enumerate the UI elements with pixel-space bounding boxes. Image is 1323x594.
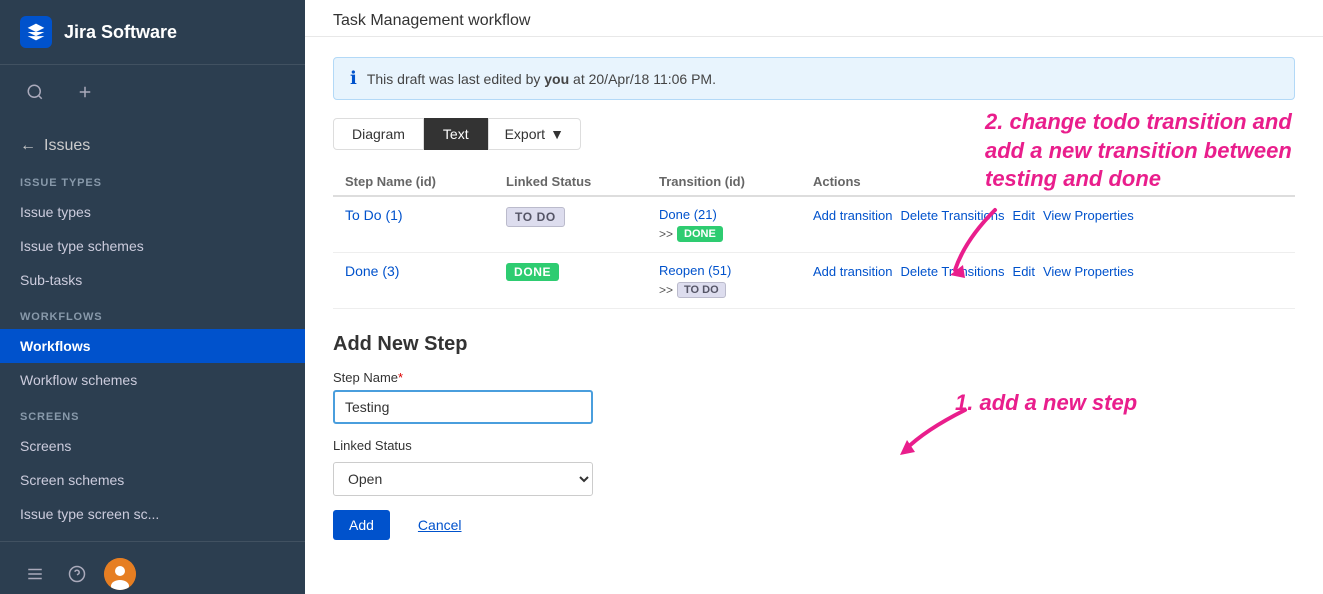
linked-status-cell: TO DO bbox=[494, 196, 647, 253]
status-badge: TO DO bbox=[506, 207, 565, 227]
sidebar-item-issue-types[interactable]: Issue types bbox=[0, 195, 305, 229]
transition-link[interactable]: Done (21) bbox=[659, 207, 789, 222]
step-name-group: Step Name* bbox=[333, 370, 1295, 424]
help-icon[interactable] bbox=[62, 559, 92, 589]
cancel-button[interactable]: Cancel bbox=[402, 510, 478, 540]
sidebar-item-sub-tasks[interactable]: Sub-tasks bbox=[0, 263, 305, 297]
step-name-link[interactable]: Done (3) bbox=[345, 263, 399, 279]
info-text: This draft was last edited by you at 20/… bbox=[367, 71, 716, 87]
sidebar-item-workflow-schemes[interactable]: Workflow schemes bbox=[0, 363, 305, 397]
action-link[interactable]: Edit bbox=[1013, 264, 1035, 279]
app-logo bbox=[20, 16, 52, 48]
linked-status-group: Linked Status Open In Progress Done bbox=[333, 438, 1295, 496]
chevron-down-icon: ▼ bbox=[550, 126, 564, 142]
transition-status-badge: TO DO bbox=[677, 282, 726, 298]
sidebar-header: Jira Software bbox=[0, 0, 305, 65]
sidebar-item-issue-type-schemes[interactable]: Issue type schemes bbox=[0, 229, 305, 263]
col-step-name: Step Name (id) bbox=[333, 168, 494, 196]
tab-diagram[interactable]: Diagram bbox=[333, 118, 424, 150]
app-title: Jira Software bbox=[64, 22, 177, 43]
main-wrapper: Task Management workflow ℹ This draft wa… bbox=[305, 0, 1323, 594]
action-link[interactable]: Delete Transitions bbox=[900, 264, 1004, 279]
nav-back-label: Issues bbox=[44, 137, 90, 155]
add-step-title: Add New Step bbox=[333, 333, 1295, 356]
linked-status-label: Linked Status bbox=[333, 438, 1295, 453]
sidebar-item-screen-schemes[interactable]: Screen schemes bbox=[0, 463, 305, 497]
add-step-section: Add New Step Step Name* Linked Status Op… bbox=[333, 333, 1295, 540]
section-issue-types: ISSUE TYPES bbox=[0, 163, 305, 195]
col-linked-status: Linked Status bbox=[494, 168, 647, 196]
main-body: ℹ This draft was last edited by you at 2… bbox=[305, 37, 1323, 594]
search-button[interactable] bbox=[20, 77, 50, 107]
nav-back[interactable]: ← Issues bbox=[0, 129, 305, 163]
table-row: To Do (1) TO DO Done (21) >>DONE Add transit… bbox=[333, 196, 1295, 253]
action-link[interactable]: Edit bbox=[1013, 208, 1035, 223]
add-button[interactable] bbox=[70, 77, 100, 107]
transition-status-badge: DONE bbox=[677, 226, 723, 242]
transition-arrow: >>TO DO bbox=[659, 282, 789, 298]
section-screens: SCREENS bbox=[0, 397, 305, 429]
workflow-table: Step Name (id) Linked Status Transition … bbox=[333, 168, 1295, 309]
step-name-cell: To Do (1) bbox=[333, 196, 494, 253]
sidebar-item-screens[interactable]: Screens bbox=[0, 429, 305, 463]
tab-bar: Diagram Text Export ▼ bbox=[333, 118, 1295, 150]
info-bar: ℹ This draft was last edited by you at 2… bbox=[333, 57, 1295, 100]
sidebar-nav: ← Issues ISSUE TYPES Issue types Issue t… bbox=[0, 119, 305, 541]
form-actions: Add Cancel bbox=[333, 510, 1295, 540]
action-link[interactable]: Delete Transitions bbox=[900, 208, 1004, 223]
col-transition-id: Transition (id) bbox=[647, 168, 801, 196]
step-name-label: Step Name* bbox=[333, 370, 1295, 385]
avatar[interactable] bbox=[104, 558, 136, 590]
step-name-cell: Done (3) bbox=[333, 253, 494, 309]
step-name-link[interactable]: To Do (1) bbox=[345, 207, 403, 223]
tab-export[interactable]: Export ▼ bbox=[488, 118, 581, 150]
main-header: Task Management workflow bbox=[305, 0, 1323, 37]
action-link[interactable]: View Properties bbox=[1043, 208, 1134, 223]
transition-cell: Done (21) >>DONE bbox=[647, 196, 801, 253]
main-content: Task Management workflow ℹ This draft wa… bbox=[305, 0, 1323, 594]
back-arrow-icon: ← bbox=[20, 137, 36, 155]
sidebar-item-workflows[interactable]: Workflows bbox=[0, 329, 305, 363]
action-link[interactable]: Add transition bbox=[813, 264, 893, 279]
sidebar-item-issue-type-screen[interactable]: Issue type screen sc... bbox=[0, 497, 305, 531]
info-icon: ℹ bbox=[350, 68, 357, 89]
action-link[interactable]: View Properties bbox=[1043, 264, 1134, 279]
required-marker: * bbox=[398, 370, 403, 385]
status-badge: DONE bbox=[506, 263, 559, 281]
linked-status-select[interactable]: Open In Progress Done bbox=[333, 462, 593, 496]
col-actions: Actions bbox=[801, 168, 1295, 196]
actions-cell: Add transition Delete Transitions Edit View… bbox=[801, 253, 1295, 309]
action-link[interactable]: Add transition bbox=[813, 208, 893, 223]
sidebar: Jira Software ← Issues ISSUE TYPES Issue… bbox=[0, 0, 305, 594]
section-workflows: WORKFLOWS bbox=[0, 297, 305, 329]
transition-cell: Reopen (51) >>TO DO bbox=[647, 253, 801, 309]
linked-status-cell: DONE bbox=[494, 253, 647, 309]
add-button-submit[interactable]: Add bbox=[333, 510, 390, 540]
transition-arrow: >>DONE bbox=[659, 226, 789, 242]
sidebar-bottom bbox=[0, 541, 305, 594]
step-name-input[interactable] bbox=[333, 390, 593, 424]
actions-cell: Add transition Delete Transitions Edit View… bbox=[801, 196, 1295, 253]
tab-text[interactable]: Text bbox=[424, 118, 488, 150]
transition-link[interactable]: Reopen (51) bbox=[659, 263, 789, 278]
menu-icon[interactable] bbox=[20, 559, 50, 589]
table-row: Done (3) DONE Reopen (51) >>TO DO Add transi… bbox=[333, 253, 1295, 309]
page-title: Task Management workflow bbox=[333, 12, 530, 29]
